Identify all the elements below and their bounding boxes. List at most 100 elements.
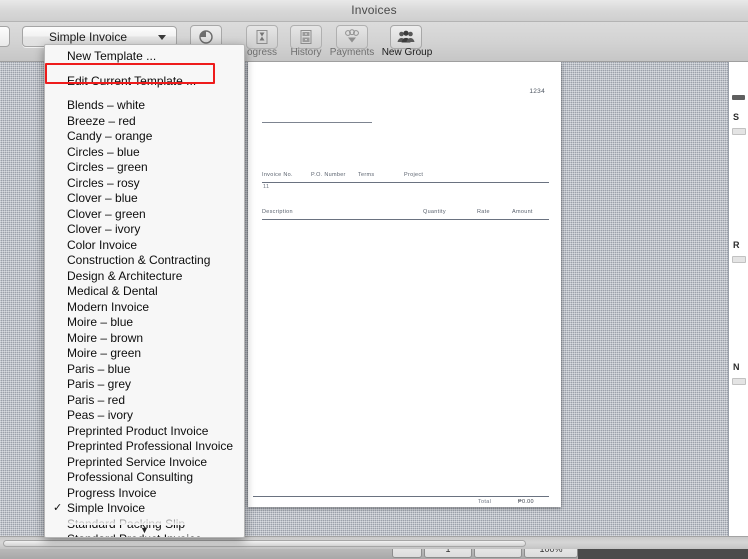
- menu-item[interactable]: Blends – white: [45, 98, 244, 114]
- invoice-header-quantity: Quantity: [423, 209, 446, 215]
- menu-item[interactable]: Moire – blue: [45, 315, 244, 331]
- menu-item-label: Paris – blue: [67, 361, 131, 376]
- menu-item[interactable]: Paris – red: [45, 393, 244, 409]
- invoice-field-rule: [262, 182, 549, 183]
- menu-item[interactable]: Clover – blue: [45, 191, 244, 207]
- menu-item-label: Color Invoice: [67, 237, 138, 252]
- menu-item[interactable]: Modern Invoice: [45, 300, 244, 316]
- toolbar-button-new-group[interactable]: [390, 25, 422, 49]
- invoice-header-rate: Rate: [477, 209, 490, 215]
- menu-item-label: Progress Invoice: [67, 485, 157, 500]
- menu-item-label: Breeze – red: [67, 113, 136, 128]
- status-bar-filler: [578, 549, 748, 559]
- invoice-header-invoice-no: Invoice No.: [262, 172, 293, 178]
- invoice-value-invoice-no[interactable]: 11: [263, 184, 269, 190]
- toolbar-label-progress: ogress: [246, 47, 277, 58]
- menu-item[interactable]: Medical & Dental: [45, 284, 244, 300]
- inspector-field-3[interactable]: [732, 378, 746, 385]
- menu-item[interactable]: Clover – ivory: [45, 222, 244, 238]
- menu-item-label: Paris – red: [67, 392, 126, 407]
- template-dropdown-menu[interactable]: New Template ... Edit Current Template ..…: [44, 44, 245, 538]
- window-title: Invoices: [351, 3, 397, 17]
- menu-item-label: Moire – blue: [67, 315, 134, 329]
- inspector-field-2[interactable]: [732, 256, 746, 263]
- page-prev-button[interactable]: [392, 549, 422, 558]
- menu-item-label: Clover – green: [67, 206, 146, 221]
- menu-item-label: Moire – brown: [67, 330, 144, 345]
- menu-item-label: Professional Consulting: [67, 470, 194, 484]
- menu-item[interactable]: New Template ...: [45, 49, 244, 65]
- menu-item[interactable]: Clover – green: [45, 207, 244, 223]
- invoice-total-value: ₱0.00: [518, 499, 534, 505]
- invoice-header-project: Project: [404, 172, 424, 178]
- invoice-header-amount: Amount: [512, 209, 533, 215]
- menu-item[interactable]: Progress Invoice: [45, 486, 244, 502]
- invoice-total-label: Total: [478, 499, 492, 505]
- menu-item-label: Peas – ivory: [67, 408, 134, 422]
- status-bar: 1 100%: [0, 549, 748, 559]
- inspector-field-1[interactable]: [732, 128, 746, 135]
- menu-item[interactable]: Peas – ivory: [45, 408, 244, 424]
- invoice-address-rule: [262, 122, 372, 123]
- menu-item[interactable]: Preprinted Service Invoice: [45, 455, 244, 471]
- menu-item[interactable]: Circles – rosy: [45, 176, 244, 192]
- menu-item-label: Modern Invoice: [67, 299, 150, 314]
- menu-item[interactable]: Moire – green: [45, 346, 244, 362]
- menu-item[interactable]: Design & Architecture: [45, 269, 244, 285]
- file-cabinet-icon: [300, 30, 312, 44]
- menu-item[interactable]: Preprinted Product Invoice: [45, 424, 244, 440]
- menu-item[interactable]: Paris – blue: [45, 362, 244, 378]
- menu-item[interactable]: Color Invoice: [45, 238, 244, 254]
- menu-item[interactable]: Breeze – red: [45, 114, 244, 130]
- menu-item[interactable]: Candy – orange: [45, 129, 244, 145]
- menu-item-label: Circles – blue: [67, 144, 140, 159]
- menu-scroll-down-arrow[interactable]: ▼: [45, 526, 244, 535]
- menu-item-label: Moire – green: [67, 346, 142, 360]
- menu-item-label: New Template ...: [67, 49, 157, 63]
- hourglass-icon: [256, 30, 268, 44]
- menu-separator: [45, 65, 244, 74]
- template-popup-value: Simple Invoice: [48, 30, 128, 44]
- toolbar-button-history[interactable]: [290, 25, 322, 49]
- menu-item-label: Circles – green: [67, 160, 148, 174]
- zoom-control[interactable]: 100%: [524, 549, 578, 558]
- menu-item[interactable]: Edit Current Template ...: [45, 74, 244, 90]
- menu-item-label: Paris – grey: [67, 377, 132, 391]
- menu-item-label: Edit Current Template ...: [67, 73, 197, 88]
- invoice-number: 1234: [529, 88, 545, 95]
- menu-item[interactable]: Circles – green: [45, 160, 244, 176]
- page-indicator: 1: [424, 549, 472, 558]
- menu-item[interactable]: Moire – brown: [45, 331, 244, 347]
- menu-item-label: Clover – blue: [67, 191, 138, 205]
- invoice-page[interactable]: 1234 Invoice No. P.O. Number Terms Proje…: [248, 62, 561, 507]
- menu-item-label: Preprinted Product Invoice: [67, 423, 209, 438]
- invoice-total-rule: [253, 496, 549, 497]
- toolbar-button-progress[interactable]: [246, 25, 278, 49]
- menu-item[interactable]: Construction & Contracting: [45, 253, 244, 269]
- menu-item-label: Candy – orange: [67, 129, 153, 143]
- menu-item[interactable]: Circles – blue: [45, 145, 244, 161]
- people-icon: [397, 30, 415, 43]
- page-next-button[interactable]: [474, 549, 522, 558]
- inspector-panel: S R N: [728, 62, 748, 536]
- toolbar-button-payments[interactable]: [336, 25, 368, 49]
- menu-item[interactable]: Professional Consulting: [45, 470, 244, 486]
- toolbar-left-button[interactable]: [0, 26, 10, 47]
- inspector-label-3: N: [733, 362, 740, 372]
- application-window: Invoices Simple Invoice ogress History P…: [0, 0, 748, 559]
- scrollbar-thumb[interactable]: [3, 540, 526, 547]
- menu-item[interactable]: Paris – grey: [45, 377, 244, 393]
- invoice-header-description: Description: [262, 209, 293, 215]
- menu-item[interactable]: Preprinted Professional Invoice: [45, 439, 244, 455]
- menu-item-label: Medical & Dental: [67, 284, 158, 298]
- coins-icon: [345, 29, 359, 43]
- invoice-header-terms: Terms: [358, 172, 375, 178]
- menu-item-label: Blends – white: [67, 98, 146, 112]
- inspector-label-1: S: [733, 112, 740, 122]
- toolbar-label-new-group: New Group: [381, 47, 433, 58]
- chevron-down-icon: [158, 35, 166, 40]
- menu-item-label: Preprinted Service Invoice: [67, 454, 208, 469]
- invoice-header-po-number: P.O. Number: [311, 172, 346, 178]
- menu-item-label: Design & Architecture: [67, 268, 183, 283]
- template-menu-list: New Template ... Edit Current Template ..…: [45, 49, 244, 537]
